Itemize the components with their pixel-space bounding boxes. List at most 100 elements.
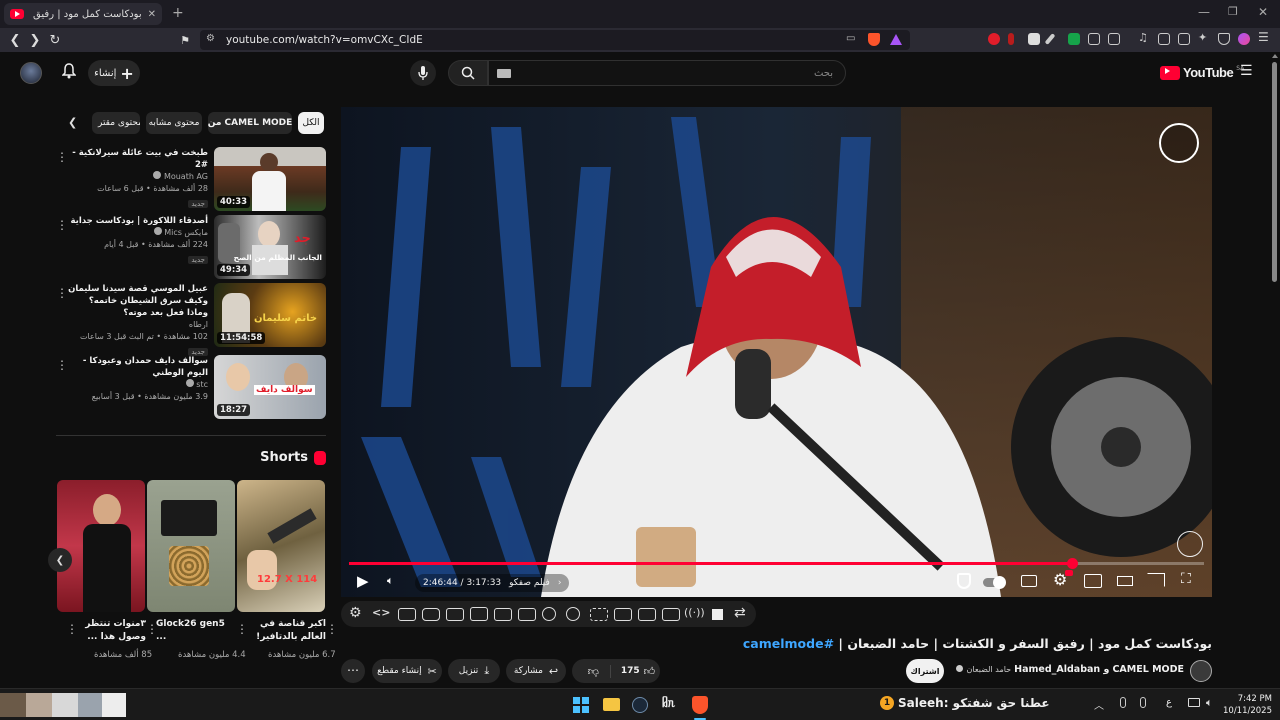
keyboard-icon[interactable] <box>497 69 511 78</box>
minimize-icon[interactable]: — <box>1198 5 1210 19</box>
short-title[interactable]: Glock26 gen5 ... <box>156 618 236 644</box>
browser-tab[interactable]: بودكاست كمل مود | رفيق السفر و ✕ <box>4 3 162 25</box>
subscribe-button[interactable]: اشتراك <box>906 659 944 683</box>
download-button[interactable]: تنزيل ⤓ <box>448 659 500 683</box>
live-ticker[interactable]: 1 عطنا حق شفتكو :Saleeh <box>880 696 1050 710</box>
extension-image-icon[interactable] <box>1028 33 1040 45</box>
short-more-icon[interactable]: ⋮ <box>326 622 338 636</box>
chip-from-channel[interactable]: من CAMEL MODE <box>208 112 292 134</box>
reload-icon[interactable]: ↻ <box>44 29 66 51</box>
tool-keyboard-icon[interactable] <box>398 608 416 621</box>
leo-ai-icon[interactable]: ✦ <box>1198 31 1210 44</box>
chip-all[interactable]: الكل <box>298 112 324 134</box>
more-actions-icon[interactable]: ⋮ <box>56 357 68 373</box>
tool-split-icon[interactable] <box>470 607 488 621</box>
dislike-icon[interactable]: 👎︎ <box>577 664 611 678</box>
brave-shield-icon[interactable] <box>868 33 880 46</box>
clip-button[interactable]: إنشاء مقطع ✂ <box>372 659 442 683</box>
progress-bar[interactable] <box>349 558 1204 569</box>
notifications-bell-icon[interactable] <box>61 63 77 79</box>
tool-expand-icon[interactable] <box>614 608 632 621</box>
video-thumbnail[interactable]: سوالف دايف 18:27 <box>214 355 326 419</box>
network-icon[interactable] <box>1188 698 1200 707</box>
guide-menu-icon[interactable]: ☰ <box>1240 63 1253 79</box>
steam-icon[interactable] <box>632 697 648 713</box>
extension-youtube-icon[interactable] <box>988 33 1000 45</box>
chip-related[interactable]: محتوى مشابه <box>146 112 202 134</box>
language-indicator[interactable]: ع <box>1166 697 1172 708</box>
bookmark-icon[interactable]: ⚑ <box>174 29 196 51</box>
short-more-icon[interactable]: ⋮ <box>146 622 158 636</box>
short-more-icon[interactable]: ⋮ <box>236 622 248 636</box>
tool-subtitle-icon[interactable] <box>446 608 464 621</box>
windows-start-icon[interactable] <box>573 697 589 713</box>
video-thumbnail[interactable]: 40:33 <box>214 147 326 211</box>
voice-search-button[interactable] <box>410 60 436 86</box>
video-thumbnail[interactable]: جد الجانب المظلم من الصح 49:34 <box>214 215 326 279</box>
page-scrollbar[interactable] <box>1272 62 1277 282</box>
search-button[interactable] <box>448 60 488 86</box>
video-title[interactable]: أصدقاء اللاكورة | بودكاست جداية <box>68 215 209 227</box>
app-icon[interactable]: ᥤᥰ <box>662 696 675 711</box>
video-player[interactable]: ▶ 🔈︎ 2:46:44 / 3:17:33 فيلم صفكو › ⚙ ⛶ <box>341 107 1212 597</box>
chapter-title[interactable]: فيلم صفكو <box>509 578 550 588</box>
short-thumbnail[interactable]: 12.7 X 114 <box>237 480 325 612</box>
taskbar-thumbnail[interactable] <box>78 693 102 717</box>
channel-name[interactable]: stc <box>196 380 208 389</box>
tool-loop-icon[interactable] <box>494 608 512 621</box>
maximize-icon[interactable]: ❐ <box>1228 5 1238 18</box>
recommendation-item[interactable]: خاتم سليمان 11:54:58 عبيل الموسي قصة سيد… <box>56 283 326 356</box>
more-actions-icon[interactable]: ⋮ <box>56 149 68 165</box>
collaborator-arabic-name[interactable]: حامد الضبعان <box>967 665 1012 674</box>
recommendation-item[interactable]: سوالف دايف 18:27 سوالف دايف حمدان وعبودك… <box>56 355 326 419</box>
wallet-icon[interactable] <box>1178 33 1190 45</box>
channel-name[interactable]: Mouath AG <box>164 172 208 181</box>
more-actions-icon[interactable]: ⋮ <box>56 217 68 233</box>
tool-settings-icon[interactable]: ⚙ <box>349 605 362 621</box>
like-icon[interactable]: 👍︎ <box>644 665 656 678</box>
channel-avatar[interactable] <box>1190 660 1212 682</box>
extension-pen-icon[interactable] <box>1008 33 1014 45</box>
vpn-shield-icon[interactable] <box>1218 33 1230 45</box>
volume-tray-icon[interactable]: 🔈︎ <box>1206 696 1213 710</box>
short-title[interactable]: اكبر قناصة في العالم بالدتافير! <box>246 618 326 644</box>
channel-name[interactable]: ارطاه <box>189 320 208 329</box>
video-title[interactable]: سوالف دايف حمدان وعبودكا - اليوم الوطني <box>68 355 208 379</box>
collaborator-name[interactable]: و Hamed_Aldaban <box>1014 664 1109 675</box>
profile-icon[interactable] <box>1238 33 1250 45</box>
fullscreen-icon[interactable]: ⛶ <box>1181 571 1191 587</box>
back-icon[interactable]: ❮ <box>4 29 26 51</box>
scroll-up-icon[interactable] <box>1272 54 1278 58</box>
taskbar-thumbnail[interactable] <box>52 693 78 717</box>
taskbar-thumbnail[interactable] <box>0 693 26 717</box>
tray-mic-muted-icon[interactable] <box>1140 697 1146 708</box>
file-explorer-icon[interactable] <box>603 698 620 711</box>
miniplayer-icon[interactable] <box>1084 574 1102 588</box>
more-actions-icon[interactable]: ⋮ <box>56 285 68 301</box>
brave-browser-icon[interactable] <box>692 696 708 714</box>
search-input[interactable]: بحث <box>488 60 846 86</box>
recommendation-item[interactable]: جد الجانب المظلم من الصح 49:34 أصدقاء ال… <box>56 215 326 279</box>
shorts-scroll-left-button[interactable]: ❮ <box>48 548 72 572</box>
create-button[interactable]: إنشاء + <box>88 60 140 86</box>
channel-name[interactable]: CAMEL MODE <box>1112 664 1184 675</box>
extension-box-icon[interactable] <box>1108 33 1120 45</box>
chips-scroll-left-icon[interactable]: ❮ <box>68 116 77 129</box>
tool-clip-icon[interactable] <box>518 608 536 621</box>
short-more-icon[interactable]: ⋮ <box>66 622 78 636</box>
tray-mic-icon[interactable] <box>1120 697 1126 708</box>
close-tab-icon[interactable]: ✕ <box>148 9 156 20</box>
hashtag-link[interactable]: #camelmode <box>743 636 834 651</box>
tool-stop-icon[interactable] <box>712 609 723 620</box>
address-bar[interactable]: ⚙ youtube.com/watch?v=omvCXc_CIdE ▭ <box>200 30 910 50</box>
shield-icon[interactable] <box>957 573 971 589</box>
extensions-puzzle-icon[interactable] <box>1088 33 1100 45</box>
site-info-icon[interactable]: ⚙ <box>206 33 215 44</box>
sidebar-toggle-icon[interactable] <box>1158 33 1170 45</box>
tool-film-icon[interactable] <box>638 608 656 621</box>
forward-icon[interactable]: ❯ <box>24 29 46 51</box>
short-thumbnail[interactable] <box>147 480 235 612</box>
tool-repeat-icon[interactable]: ⇄ <box>734 605 746 621</box>
play-icon[interactable]: ▶ <box>357 572 369 590</box>
cast-page-icon[interactable]: ▭ <box>846 33 855 44</box>
